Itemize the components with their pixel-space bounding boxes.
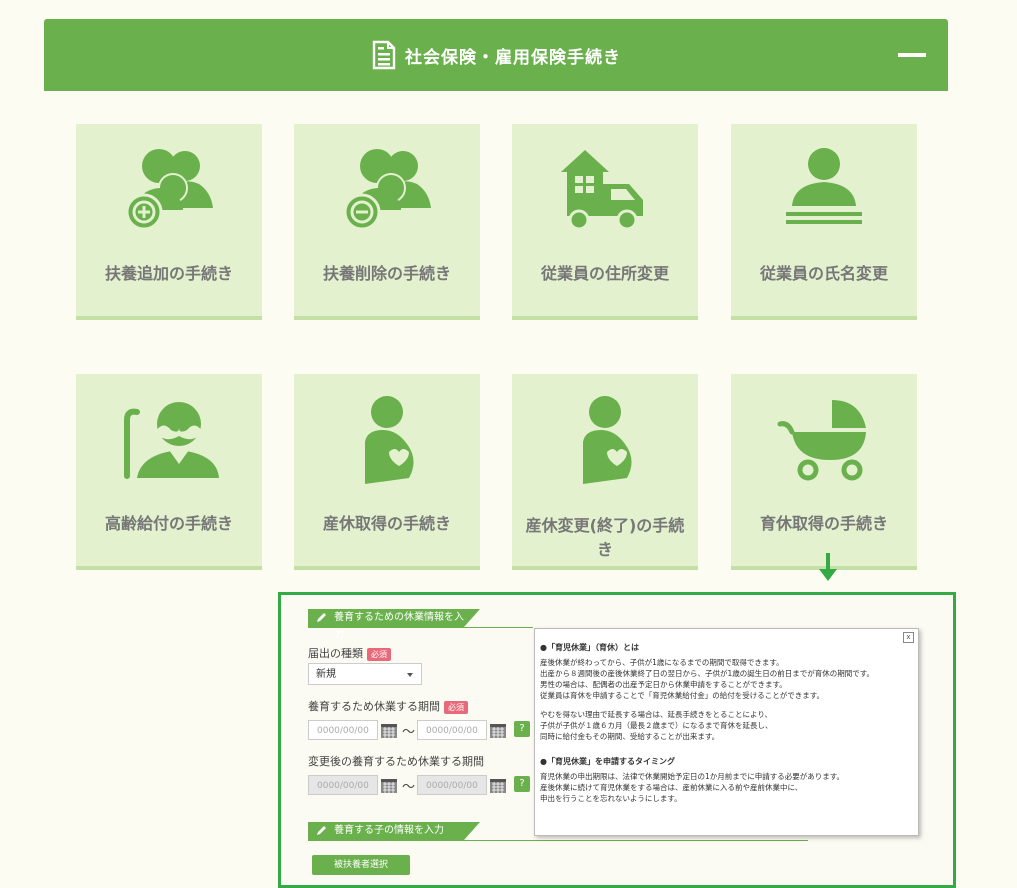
tooltip-heading: ●「育児休業」（育休）とは <box>540 643 639 652</box>
tilde: 〜 <box>402 780 416 795</box>
tooltip-text: 育児休業の申出期限は、法律で休業開始予定日の1か月前までに申請する必要があります… <box>540 772 845 781</box>
remove-dependent-icon <box>343 149 431 231</box>
tile-elderly-benefit[interactable]: 高齢給付の手続き <box>76 374 262 570</box>
field-label-period: 養育するため休業する期間 必須 <box>308 698 468 714</box>
moving-truck-icon <box>561 150 643 231</box>
section-header-child-info: 養育する子の情報を入力 <box>308 822 480 840</box>
section-header-leave-info: 養育するための休業情報を入力 <box>308 609 480 641</box>
person-name-icon <box>786 148 862 224</box>
tile-maternity-change[interactable]: 産休変更(終了)の手続き <box>512 374 698 570</box>
calendar-icon[interactable] <box>489 721 507 739</box>
tooltip-text: 出産から８週間後の産後休業終了日の翌日から、子供が1歳の誕生日の前日までが育休の… <box>540 669 875 678</box>
page-title: 社会保険・雇用保険手続き <box>405 47 621 68</box>
pregnancy-icon <box>365 396 414 484</box>
tile-add-dependent[interactable]: 扶養追加の手続き <box>76 124 262 320</box>
document-icon <box>372 40 396 70</box>
field-label-changed-period: 変更後の養育するため休業する期間 <box>308 755 484 768</box>
section-header: 社会保険・雇用保険手続き <box>44 19 948 91</box>
pencil-icon <box>317 613 326 622</box>
tooltip-text: 男性の場合は、配偶者の出産予定日から休業申請をすることができます。 <box>540 680 787 689</box>
section-title: 養育する子の情報を入力 <box>334 825 444 836</box>
tile-label: 扶養削除の手続き <box>322 264 451 283</box>
required-badge: 必須 <box>444 700 468 714</box>
select-dependent-button[interactable]: 被扶養者選択 <box>312 855 410 875</box>
add-dependent-icon <box>125 149 213 231</box>
period-start-input[interactable]: 0000/00/00 <box>308 720 378 740</box>
help-button[interactable]: ? <box>514 776 530 792</box>
tooltip-text: 同時に給付金もその期間、受給することが出来ます。 <box>540 732 720 741</box>
tilde: 〜 <box>402 725 416 740</box>
baby-stroller-icon <box>777 400 866 481</box>
tile-name-change[interactable]: 従業員の氏名変更 <box>731 124 917 320</box>
tile-label: 育休取得の手続き <box>759 514 888 533</box>
pregnancy-icon <box>583 396 632 484</box>
tooltip-text: 申出を行うことを忘れないようにします。 <box>540 794 682 803</box>
calendar-icon[interactable] <box>380 721 398 739</box>
tile-remove-dependent[interactable]: 扶養削除の手続き <box>294 124 480 320</box>
elderly-icon <box>124 402 219 479</box>
childcare-form-panel: 養育するための休業情報を入力 届出の種類 必須 新規 養育するため休業する期間 必須… <box>278 592 956 888</box>
notification-type-select[interactable]: 新規 <box>308 663 422 685</box>
divider <box>308 840 808 841</box>
required-badge: 必須 <box>367 647 391 661</box>
tile-label: 高齢給付の手続き <box>104 514 233 533</box>
tooltip-text: 産後休業が終わってから、子供が1歳になるまでの期間で取得できます。 <box>540 658 784 667</box>
tile-label: 従業員の住所変更 <box>540 264 669 283</box>
calendar-icon[interactable] <box>489 776 507 794</box>
changed-start-input[interactable]: 0000/00/00 <box>308 775 378 795</box>
chevron-down-icon <box>407 673 413 677</box>
tile-label: 従業員の氏名変更 <box>759 264 888 283</box>
tile-label: 扶養追加の手続き <box>104 264 233 283</box>
tile-childcare-leave[interactable]: 育休取得の手続き <box>731 374 917 570</box>
changed-end-input[interactable]: 0000/00/00 <box>417 775 487 795</box>
divider <box>308 627 533 628</box>
tooltip-text: 従業員は育休を申請することで「育児休業給付金」の給付を受けることができます。 <box>540 691 825 700</box>
calendar-icon[interactable] <box>380 776 398 794</box>
tile-label: 産休取得の手続き <box>322 514 451 533</box>
tooltip-text: やむを得ない理由で延長する場合は、延長手続きをとることにより、 <box>540 710 773 719</box>
tooltip-text: 子供が子供が１歳６カ月（最長２歳まで）になるまで育休を延長し、 <box>540 721 773 730</box>
pencil-icon <box>317 826 326 835</box>
help-button[interactable]: ? <box>514 721 530 737</box>
collapse-button[interactable] <box>898 53 926 57</box>
tile-address-change[interactable]: 従業員の住所変更 <box>512 124 698 320</box>
tooltip-heading: ●「育児休業」を申請するタイミング <box>540 757 675 766</box>
tile-maternity-leave[interactable]: 産休取得の手続き <box>294 374 480 570</box>
close-icon[interactable]: x <box>903 632 914 643</box>
help-tooltip: x ●「育児休業」（育休）とは 産後休業が終わってから、子供が1歳になるまでの期… <box>534 628 919 836</box>
arrow-down-icon <box>819 553 837 581</box>
period-end-input[interactable]: 0000/00/00 <box>417 720 487 740</box>
tooltip-text: 産後休業に続けて育児休業をする場合は、産前休業に入る前や産前休業中に、 <box>540 783 803 792</box>
tile-label: 産休変更(終了)の手続き <box>525 516 685 559</box>
field-label-type: 届出の種類 必須 <box>308 645 391 661</box>
